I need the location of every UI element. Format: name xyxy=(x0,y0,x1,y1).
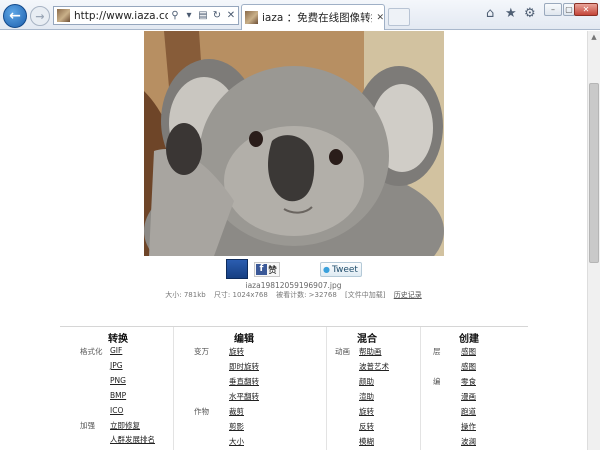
link-ico[interactable]: ICO xyxy=(110,406,123,415)
arrow-left-icon: ← xyxy=(9,8,21,24)
link-waves[interactable]: 波澜 xyxy=(461,436,476,447)
compat-view-icon[interactable]: ▤ xyxy=(196,10,210,21)
star-icon[interactable]: ★ xyxy=(505,6,517,21)
facebook-icon: f xyxy=(256,264,267,275)
forward-button[interactable]: → xyxy=(30,6,50,26)
twitter-icon: ● xyxy=(323,265,330,274)
share-bar: f 赞 ● Tweet xyxy=(226,259,366,279)
link-silhouette[interactable]: 剪影 xyxy=(229,421,244,432)
link-crop[interactable]: 裁剪 xyxy=(229,406,244,417)
convert-column: 转换 格式化 加强 GIF JPG PNG BMP ICO 立即修复 人群发展排… xyxy=(60,327,173,450)
mix-title: 混合 xyxy=(357,334,377,345)
edit-label-transform: 变万 xyxy=(194,347,209,356)
browser-toolbar: ← → http://www.iaza.com/wo ⚲ ▾ ▤ ↻ ✕ iaz… xyxy=(0,0,600,30)
link-invert[interactable]: 反转 xyxy=(359,421,374,432)
edit-column: 编辑 变万 作物 旋转 即时旋转 垂直翻转 水平翻转 裁剪 剪影 大小 xyxy=(173,327,326,450)
tweet-button[interactable]: ● Tweet xyxy=(320,262,362,277)
create-label-layer: 层 xyxy=(433,347,441,356)
mix-label-animation: 动画 xyxy=(335,347,350,356)
link-operate[interactable]: 操作 xyxy=(461,421,476,432)
back-button[interactable]: ← xyxy=(3,4,27,28)
link-rank[interactable]: 人群发展排名 xyxy=(110,434,155,445)
file-size: 大小: 781kb xyxy=(165,291,206,299)
window-close-button[interactable]: ✕ xyxy=(574,3,598,16)
create-title: 创建 xyxy=(459,334,479,345)
share-icon[interactable] xyxy=(226,259,248,279)
file-info: 大小: 781kb 尺寸: 1024x768 被看计数: >32768 [文件中… xyxy=(0,290,587,300)
mix-column: 混合 动画 帮助画 波普艺术 颜助 渲助 旋转 反转 模糊 xyxy=(326,327,420,450)
link-rotate[interactable]: 旋转 xyxy=(229,346,244,357)
link-spin[interactable]: 旋转 xyxy=(359,406,374,417)
gear-icon[interactable]: ⚙ xyxy=(524,6,536,21)
page-content: f 赞 ● Tweet iaza19812059196907.jpg 大小: 7… xyxy=(0,31,587,450)
link-comic[interactable]: 漫画 xyxy=(461,391,476,402)
file-name: iaza19812059196907.jpg xyxy=(245,281,342,290)
scrollbar-thumb[interactable] xyxy=(589,83,599,263)
link-flip-vertical[interactable]: 垂直翻转 xyxy=(229,376,259,387)
scroll-up-icon[interactable]: ▲ xyxy=(588,31,600,43)
vertical-scrollbar[interactable]: ▲ xyxy=(587,31,600,450)
edit-label-crop: 作物 xyxy=(194,407,209,416)
convert-title: 转换 xyxy=(108,334,128,345)
link-bmp[interactable]: BMP xyxy=(110,391,126,400)
link-png[interactable]: PNG xyxy=(110,376,126,385)
tab-favicon xyxy=(245,11,258,24)
create-column: 创建 层 编 感图 感图 零食 漫画 跑道 操作 波澜 xyxy=(420,327,528,450)
tweet-label: Tweet xyxy=(331,264,358,275)
file-ops: [文件中加载] xyxy=(345,291,386,299)
link-create-2[interactable]: 感图 xyxy=(461,361,476,372)
create-label-edit: 编 xyxy=(433,377,441,386)
link-flip-horizontal[interactable]: 水平翻转 xyxy=(229,391,259,402)
arrow-right-icon: → xyxy=(35,9,45,23)
tab-iaza[interactable]: iaza ：免费在线图像转换-… ✕ xyxy=(241,4,385,30)
link-render[interactable]: 渲助 xyxy=(359,391,374,402)
tab-close-icon[interactable]: ✕ xyxy=(376,13,384,23)
link-fix[interactable]: 立即修复 xyxy=(110,420,140,431)
dropdown-icon[interactable]: ▾ xyxy=(182,10,196,21)
new-tab-button[interactable] xyxy=(388,8,410,26)
edit-title: 编辑 xyxy=(234,334,254,345)
link-jpg[interactable]: JPG xyxy=(110,361,123,370)
link-pop-art[interactable]: 波普艺术 xyxy=(359,361,389,372)
link-instant-rotate[interactable]: 即时旋转 xyxy=(229,361,259,372)
link-color-help[interactable]: 颜助 xyxy=(359,376,374,387)
file-dimensions: 尺寸: 1024x768 xyxy=(213,291,268,299)
link-resize[interactable]: 大小 xyxy=(229,436,244,447)
facebook-like-label: 赞 xyxy=(268,266,278,276)
stop-icon[interactable]: ✕ xyxy=(224,10,238,21)
facebook-like-button[interactable]: f 赞 xyxy=(254,262,280,277)
search-icon[interactable]: ⚲ xyxy=(168,10,182,21)
minimize-button[interactable]: – xyxy=(544,3,562,16)
tools-menu: 转换 格式化 加强 GIF JPG PNG BMP ICO 立即修复 人群发展排… xyxy=(60,326,528,450)
convert-label-format: 格式化 xyxy=(80,347,103,356)
tab-title: iaza ：免费在线图像转换-… xyxy=(262,12,372,24)
koala-illustration xyxy=(144,31,444,256)
koala-image xyxy=(144,31,444,256)
address-bar[interactable]: http://www.iaza.com/wo ⚲ ▾ ▤ ↻ ✕ xyxy=(53,6,239,25)
file-counter: 被看计数: >32768 xyxy=(276,291,337,299)
link-help-draw[interactable]: 帮助画 xyxy=(359,346,382,357)
link-blur[interactable]: 模糊 xyxy=(359,436,374,447)
history-link[interactable]: 历史记录 xyxy=(394,291,422,299)
refresh-icon[interactable]: ↻ xyxy=(210,10,224,21)
link-gif[interactable]: GIF xyxy=(110,346,122,355)
link-track[interactable]: 跑道 xyxy=(461,406,476,417)
home-icon[interactable]: ⌂ xyxy=(486,6,494,21)
site-favicon xyxy=(57,9,70,22)
url-text[interactable]: http://www.iaza.com/wo xyxy=(74,10,168,22)
link-create-1[interactable]: 感图 xyxy=(461,346,476,357)
convert-label-enhance: 加强 xyxy=(80,421,95,430)
link-snack[interactable]: 零食 xyxy=(461,376,476,387)
